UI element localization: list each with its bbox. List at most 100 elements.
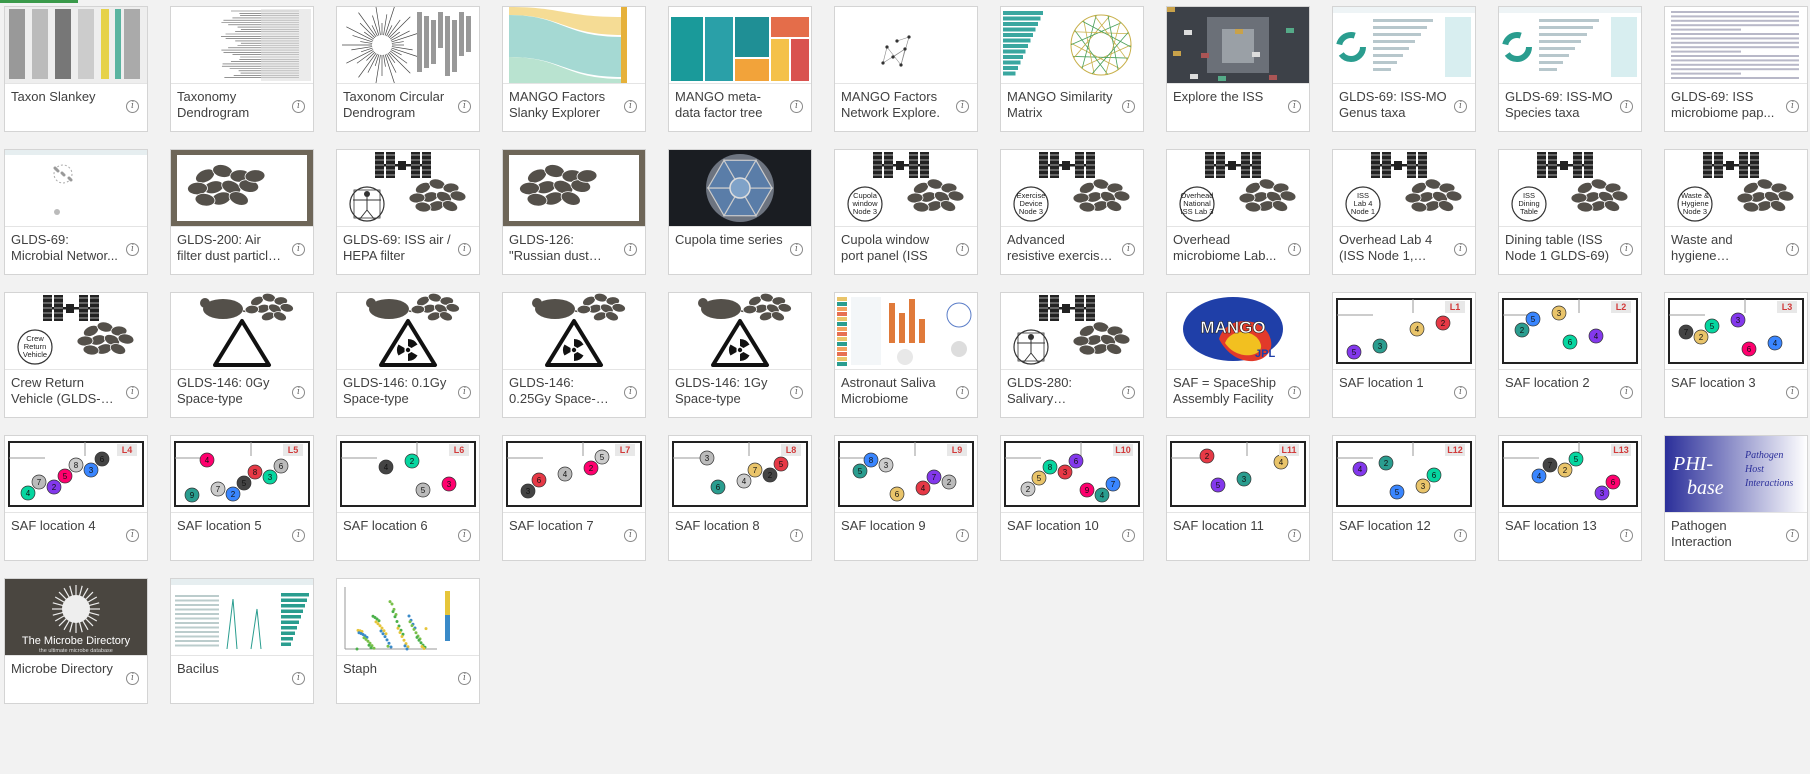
dashboard-thumbnail (1499, 7, 1641, 84)
app-card[interactable]: 2 3 4 5 6 L2 SAF location 2 i (1498, 292, 1642, 418)
info-icon[interactable]: i (790, 529, 803, 542)
info-icon[interactable]: i (126, 100, 139, 113)
info-icon[interactable]: i (458, 243, 471, 256)
app-card[interactable]: 2 3 4 5 6 7 8 9 L10 SAF location 10 i (1000, 435, 1144, 561)
info-icon[interactable]: i (292, 386, 305, 399)
app-card[interactable]: 2 3 4 5 6 7 8 L9 SAF location 9 i (834, 435, 978, 561)
app-card[interactable]: GLDS-69: ISS-MO Genus taxa i (1332, 6, 1476, 132)
app-card[interactable]: GLDS-69: ISS microbiome pap... i (1664, 6, 1808, 132)
app-card-title: Cupola window port panel (ISS (841, 232, 930, 263)
info-icon[interactable]: i (1122, 100, 1135, 113)
info-icon[interactable]: i (1454, 243, 1467, 256)
app-card[interactable]: GLDS-126: "Russian dust 16... i (502, 149, 646, 275)
app-card[interactable]: Exercise Device Node 3 Advanced resistive e… (1000, 149, 1144, 275)
app-card[interactable]: GLDS-146: 1Gy Space-type i (668, 292, 812, 418)
app-card[interactable]: MANGO meta-data factor tree i (668, 6, 812, 132)
app-card[interactable]: GLDS-280: Salivary microbiome i (1000, 292, 1144, 418)
app-card[interactable]: Explore the ISS i (1166, 6, 1310, 132)
app-card[interactable]: GLDS-146: 0Gy Space-type i (170, 292, 314, 418)
app-card[interactable]: Overhead National ISS Lab 3 Overhead microb… (1166, 149, 1310, 275)
app-card[interactable]: PHI-base Pathogen Host Interactions Pathogen… (1664, 435, 1808, 561)
info-icon[interactable]: i (292, 243, 305, 256)
app-card[interactable]: MANGO Factors Slanky Explorer i (502, 6, 646, 132)
info-icon[interactable]: i (292, 100, 305, 113)
info-icon[interactable]: i (458, 386, 471, 399)
info-icon[interactable]: i (1288, 243, 1301, 256)
app-card[interactable]: 2 3 4 5 6 7 8 L4 SAF location 4 i (4, 435, 148, 561)
info-icon[interactable]: i (956, 529, 969, 542)
app-card[interactable]: 2 3 4 5 L11 SAF location 11 i (1166, 435, 1310, 561)
app-card[interactable]: Taxonom Circular Dendrogram i (336, 6, 480, 132)
info-icon[interactable]: i (1288, 100, 1301, 113)
app-card[interactable]: 2 3 4 5 6 7 L3 SAF location 3 i (1664, 292, 1808, 418)
info-icon[interactable]: i (1288, 529, 1301, 542)
app-card[interactable]: MANGO JPL SAF = SpaceShip Assembly Facilit… (1166, 292, 1310, 418)
info-icon[interactable]: i (1620, 100, 1633, 113)
info-icon[interactable]: i (790, 386, 803, 399)
info-icon[interactable]: i (624, 243, 637, 256)
info-icon[interactable]: i (1454, 100, 1467, 113)
info-icon[interactable]: i (1122, 529, 1135, 542)
app-card[interactable]: Crew Return Vehicle Crew Return Vehicle (GL… (4, 292, 148, 418)
info-icon[interactable]: i (292, 529, 305, 542)
app-card[interactable]: Staph i (336, 578, 480, 704)
iss-location-thumbnail: Waste & Hygiene Node 3 (1665, 150, 1807, 227)
app-card[interactable]: 2 3 4 5 6 7 L13 SAF location 13 i (1498, 435, 1642, 561)
app-card[interactable]: ISS Dining Table Dining table (ISS Node 1 G… (1498, 149, 1642, 275)
info-icon[interactable]: i (1288, 386, 1301, 399)
app-card[interactable]: Astronaut Saliva Microbiome i (834, 292, 978, 418)
app-card[interactable]: Waste &HygieneNode 3 Waste and hygiene co… (1664, 149, 1808, 275)
app-card[interactable]: 2 3 4 5 6 L12 SAF location 12 i (1332, 435, 1476, 561)
info-icon[interactable]: i (1786, 100, 1799, 113)
paper-thumbnail (1665, 7, 1807, 84)
info-icon[interactable]: i (956, 100, 969, 113)
info-icon[interactable]: i (1620, 529, 1633, 542)
info-icon[interactable]: i (1122, 386, 1135, 399)
app-card[interactable]: MANGO Similarity Matrix i (1000, 6, 1144, 132)
app-card[interactable]: Cupola time series i (668, 149, 812, 275)
app-card[interactable]: The Microbe Directory the ultimate microb… (4, 578, 148, 704)
info-icon[interactable]: i (624, 529, 637, 542)
info-icon[interactable]: i (458, 529, 471, 542)
info-icon[interactable]: i (624, 100, 637, 113)
app-card[interactable]: GLDS-69: ISS-MO Species taxa i (1498, 6, 1642, 132)
info-icon[interactable]: i (790, 243, 803, 256)
info-icon[interactable]: i (790, 100, 803, 113)
app-card[interactable]: 2 3 4 5 L6 SAF location 6 i (336, 435, 480, 561)
app-card[interactable]: 2 3 4 5 6 7 L8 SAF location 8 i (668, 435, 812, 561)
info-icon[interactable]: i (126, 386, 139, 399)
info-icon[interactable]: i (1620, 386, 1633, 399)
app-card[interactable]: GLDS-69: Microbial Networ... i (4, 149, 148, 275)
app-card-title: GLDS-69: ISS air / HEPA filter (343, 232, 451, 263)
app-card[interactable]: GLDS-69: ISS air / HEPA filter i (336, 149, 480, 275)
app-card[interactable]: ISS Lab 4 Node 1 Overhead Lab 4 (ISS Node 1… (1332, 149, 1476, 275)
info-icon[interactable]: i (458, 100, 471, 113)
info-icon[interactable]: i (956, 386, 969, 399)
info-icon[interactable]: i (1786, 386, 1799, 399)
info-icon[interactable]: i (1620, 243, 1633, 256)
app-card[interactable]: Taxon Slankey i (4, 6, 148, 132)
app-card[interactable]: 2 3 4 5 6 L7 SAF location 7 i (502, 435, 646, 561)
app-card[interactable]: GLDS-200: Air filter dust particle size.… (170, 149, 314, 275)
app-card[interactable]: Cupola window Node 3 Cupola window port pan… (834, 149, 978, 275)
info-icon[interactable]: i (458, 672, 471, 685)
info-icon[interactable]: i (1454, 386, 1467, 399)
info-icon[interactable]: i (1122, 243, 1135, 256)
info-icon[interactable]: i (126, 243, 139, 256)
app-card[interactable]: 2 3 4 5 L1 SAF location 1 i (1332, 292, 1476, 418)
info-icon[interactable]: i (1786, 529, 1799, 542)
app-card[interactable]: Bacilus i (170, 578, 314, 704)
info-icon[interactable]: i (624, 386, 637, 399)
info-icon[interactable]: i (956, 243, 969, 256)
app-card[interactable]: GLDS-146: 0.25Gy Space-type i (502, 292, 646, 418)
app-card[interactable]: Taxonomy Dendrogram i (170, 6, 314, 132)
app-card[interactable]: MANGO Factors Network Explore. i (834, 6, 978, 132)
info-icon[interactable]: i (126, 529, 139, 542)
info-icon[interactable]: i (1786, 243, 1799, 256)
app-card[interactable]: GLDS-146: 0.1Gy Space-type i (336, 292, 480, 418)
app-card[interactable]: 2 3 4 5 6 7 8 9 L5 SAF location 5 i (170, 435, 314, 561)
info-icon[interactable]: i (126, 672, 139, 685)
info-icon[interactable]: i (292, 672, 305, 685)
info-icon[interactable]: i (1454, 529, 1467, 542)
app-card-title: GLDS-126: "Russian dust 16... (509, 232, 589, 263)
